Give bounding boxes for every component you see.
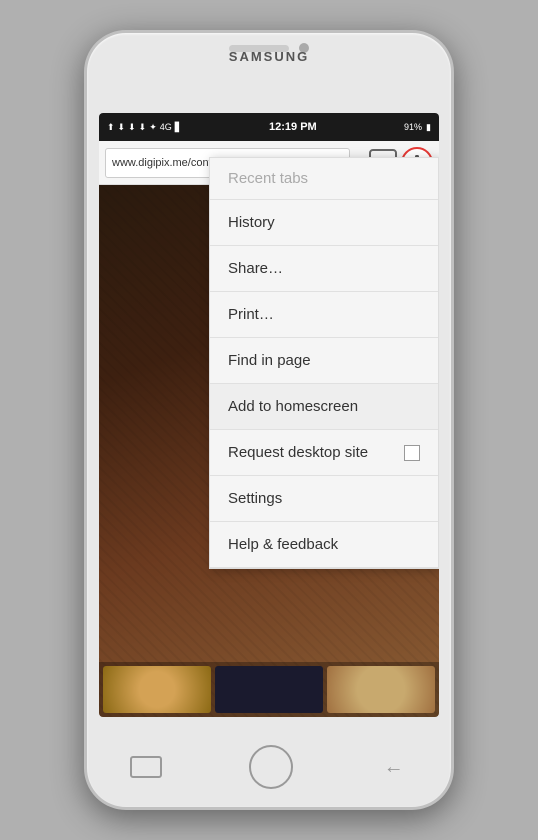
menu-item-find[interactable]: Find in page (210, 338, 438, 384)
home-button[interactable] (249, 745, 293, 789)
bluetooth-icon: ✦ (149, 122, 157, 133)
menu-item-help[interactable]: Help & feedback (210, 522, 438, 568)
download-icon: ⬇ (118, 122, 126, 133)
battery-percent: 91% (404, 122, 422, 132)
brand-label: SAMSUNG (229, 49, 309, 64)
menu-item-history[interactable]: History (210, 200, 438, 246)
menu-item-settings-label: Settings (228, 490, 282, 507)
menu-item-settings[interactable]: Settings (210, 476, 438, 522)
back-icon: ← (384, 756, 404, 779)
menu-item-request-desktop[interactable]: Request desktop site (210, 430, 438, 476)
phone-screen: ⬆ ⬇ ⬇ ⬇ ✦ 4G ▋ 12:19 PM 91% ▮ www.digipi… (99, 113, 439, 717)
network-icon: 4G (160, 122, 172, 132)
request-desktop-checkbox[interactable] (404, 445, 420, 461)
phone-frame: SAMSUNG ⬆ ⬇ ⬇ ⬇ ✦ 4G ▋ 12:19 PM 91% ▮ ww… (84, 30, 454, 810)
status-time: 12:19 PM (269, 121, 317, 133)
battery-icon: ▮ (426, 122, 431, 133)
status-bar: ⬆ ⬇ ⬇ ⬇ ✦ 4G ▋ 12:19 PM 91% ▮ (99, 113, 439, 141)
status-left-icons: ⬆ ⬇ ⬇ ⬇ ✦ 4G ▋ (107, 122, 182, 133)
menu-item-print[interactable]: Print… (210, 292, 438, 338)
bottom-thumbnails (99, 662, 439, 717)
recent-apps-button[interactable] (130, 756, 162, 778)
menu-item-find-label: Find in page (228, 352, 311, 369)
menu-item-add-homescreen-label: Add to homescreen (228, 398, 358, 415)
menu-item-history-label: History (228, 214, 275, 231)
upload-icon: ⬆ (107, 122, 115, 133)
menu-item-add-homescreen[interactable]: Add to homescreen (210, 384, 438, 430)
menu-item-share[interactable]: Share… (210, 246, 438, 292)
menu-item-request-desktop-label: Request desktop site (228, 444, 368, 461)
phone-nav: ← (87, 745, 451, 789)
download3-icon: ⬇ (139, 122, 147, 133)
signal-icon: ▋ (175, 122, 182, 133)
menu-item-help-label: Help & feedback (228, 536, 338, 553)
menu-item-share-label: Share… (228, 260, 283, 277)
recent-tabs-item[interactable]: Recent tabs (210, 158, 438, 200)
thumbnail-2 (215, 666, 323, 713)
download2-icon: ⬇ (128, 122, 136, 133)
thumbnail-3 (327, 666, 435, 713)
back-button[interactable]: ← (380, 756, 408, 778)
status-right: 91% ▮ (404, 122, 431, 133)
dropdown-menu: Recent tabs History Share… Print… Find i… (209, 157, 439, 569)
thumbnail-1 (103, 666, 211, 713)
menu-item-print-label: Print… (228, 306, 274, 323)
